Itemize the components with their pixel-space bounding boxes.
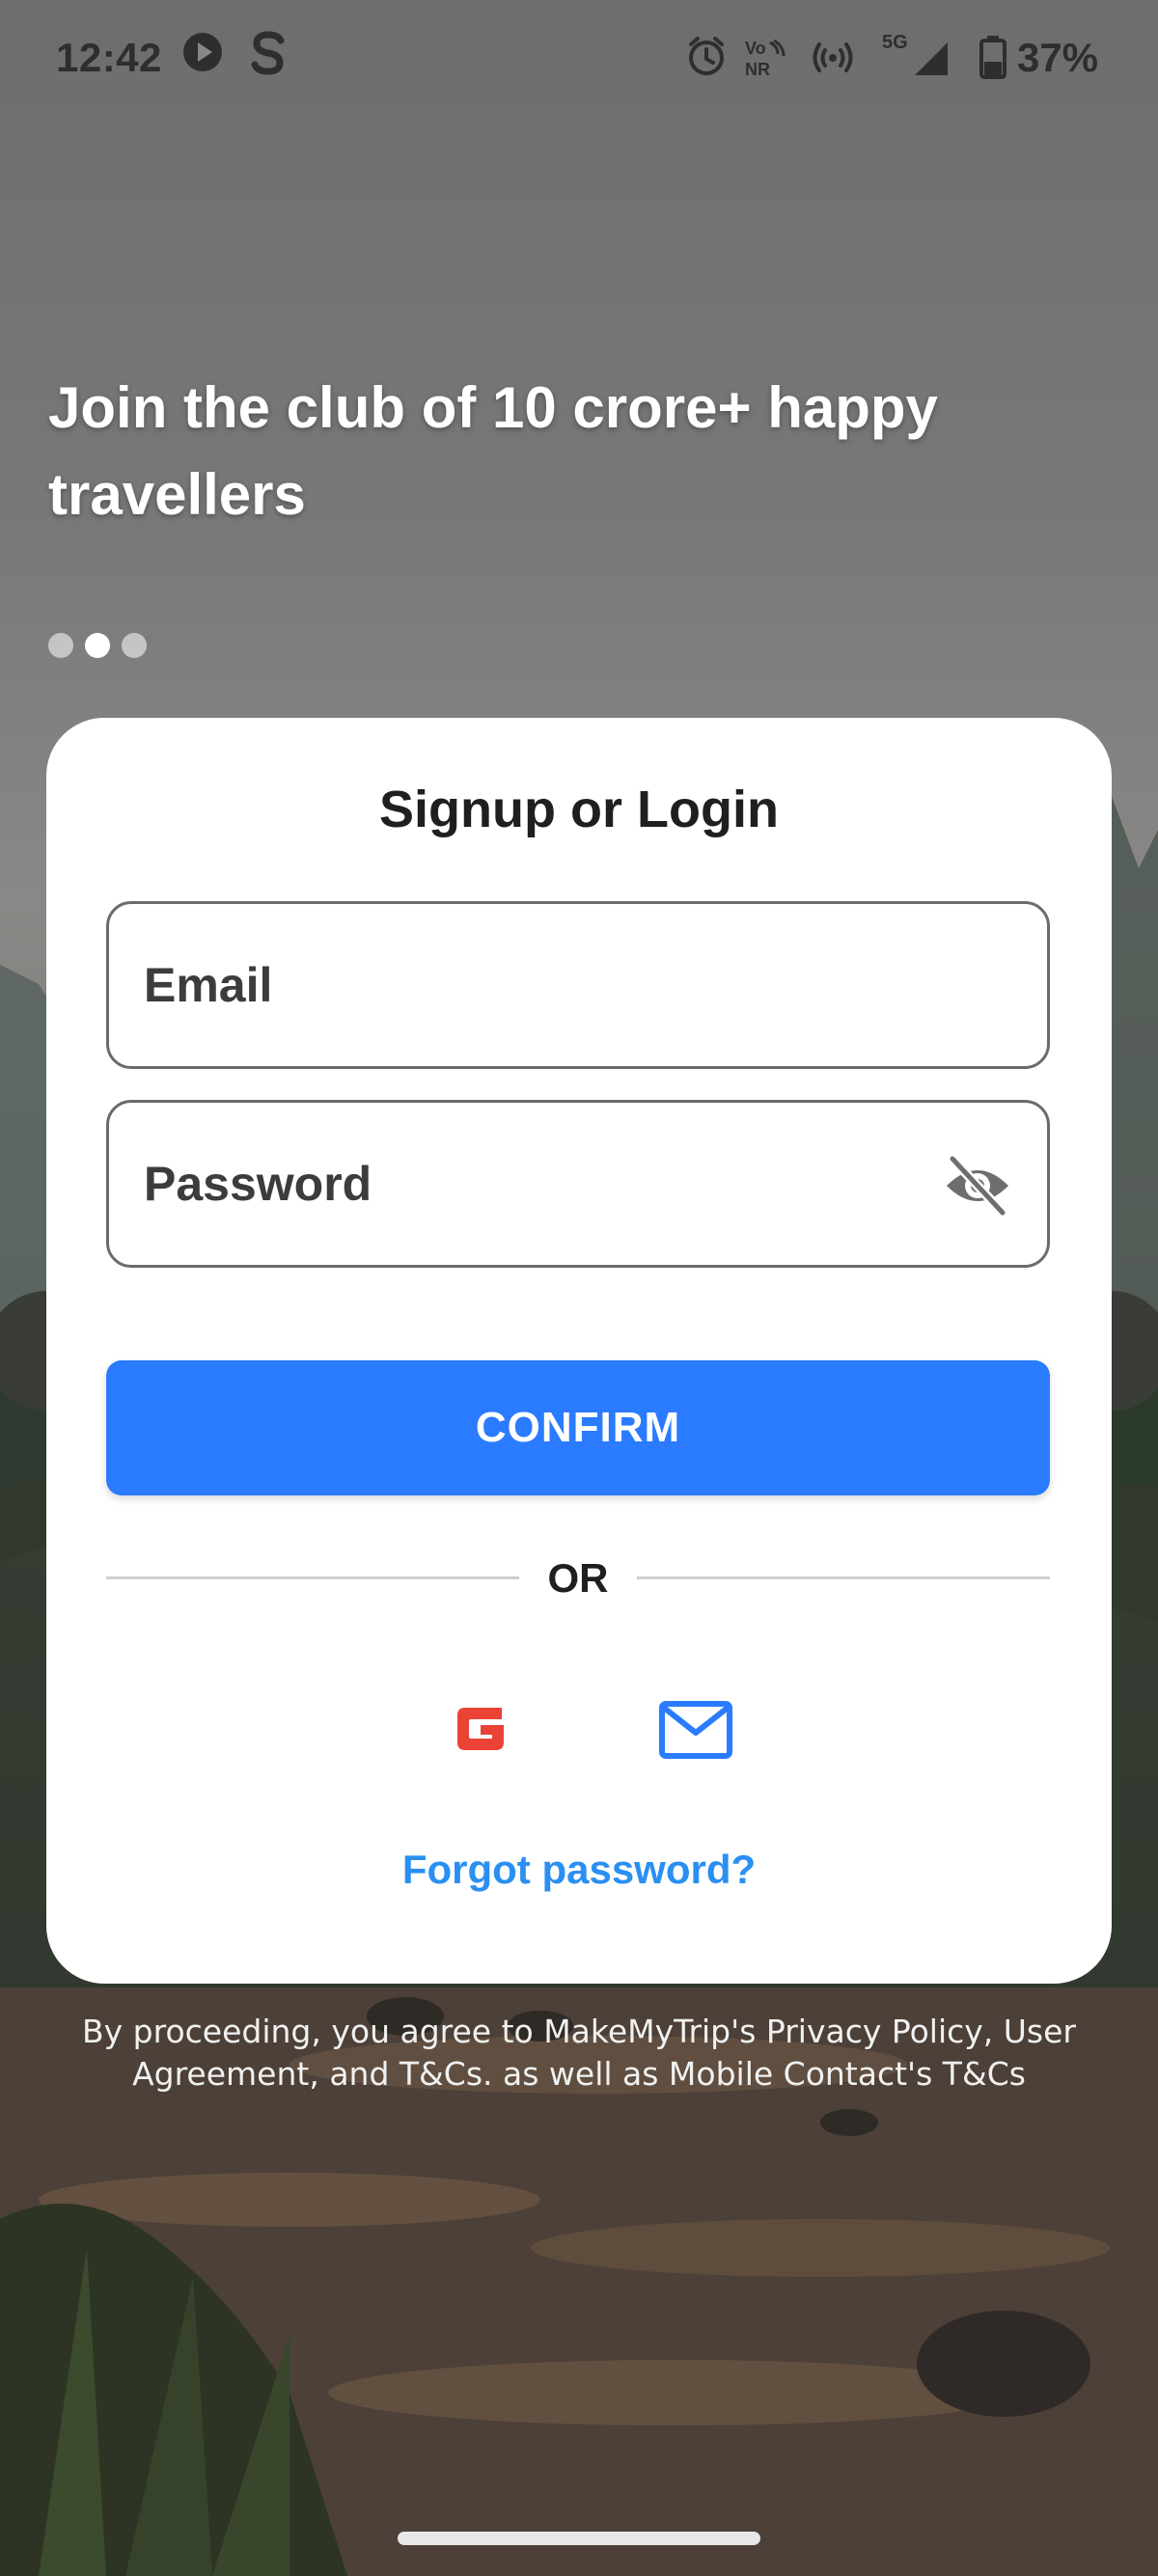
divider-line	[637, 1576, 1050, 1579]
google-icon[interactable]	[450, 1698, 511, 1760]
status-bar: 12:42 Vo NR 5G 37%	[0, 0, 1158, 116]
carousel-indicator[interactable]	[48, 633, 147, 658]
play-icon	[183, 33, 222, 71]
hotspot-icon	[813, 42, 853, 72]
card-title: Signup or Login	[379, 781, 779, 838]
or-divider: OR	[106, 1548, 1050, 1605]
s-app-icon	[251, 31, 285, 75]
battery-icon	[979, 36, 1006, 79]
password-input[interactable]	[144, 1103, 935, 1265]
hero-title: Join the club of 10 crore+ happy travell…	[48, 375, 938, 527]
confirm-button[interactable]: CONFIRM	[106, 1360, 1050, 1495]
signal-icon: 5G	[882, 32, 948, 75]
carousel-dot[interactable]	[48, 633, 73, 658]
password-field[interactable]	[106, 1100, 1050, 1268]
carousel-dot-active[interactable]	[85, 633, 110, 658]
login-card: Signup or Login CONFIRM OR Forgot passwo…	[46, 718, 1112, 1984]
terms-text: By proceeding, you agree to MakeMyTrip's…	[82, 2013, 1076, 2093]
battery-percent: 37%	[1016, 35, 1098, 80]
network-label: 5G	[882, 32, 908, 53]
forgot-password-link[interactable]: Forgot password?	[46, 1847, 1112, 1893]
svg-text:NR: NR	[745, 60, 770, 79]
vonr-icon: Vo NR	[745, 39, 786, 79]
email-field[interactable]	[106, 901, 1050, 1069]
email-input[interactable]	[144, 904, 935, 1066]
svg-text:Vo: Vo	[745, 39, 766, 58]
alarm-icon	[689, 37, 724, 75]
carousel-dot[interactable]	[122, 633, 147, 658]
home-indicator[interactable]	[398, 2532, 760, 2545]
eye-off-icon[interactable]	[943, 1153, 1012, 1219]
mail-icon[interactable]	[658, 1700, 733, 1760]
status-time: 12:42	[56, 35, 162, 80]
